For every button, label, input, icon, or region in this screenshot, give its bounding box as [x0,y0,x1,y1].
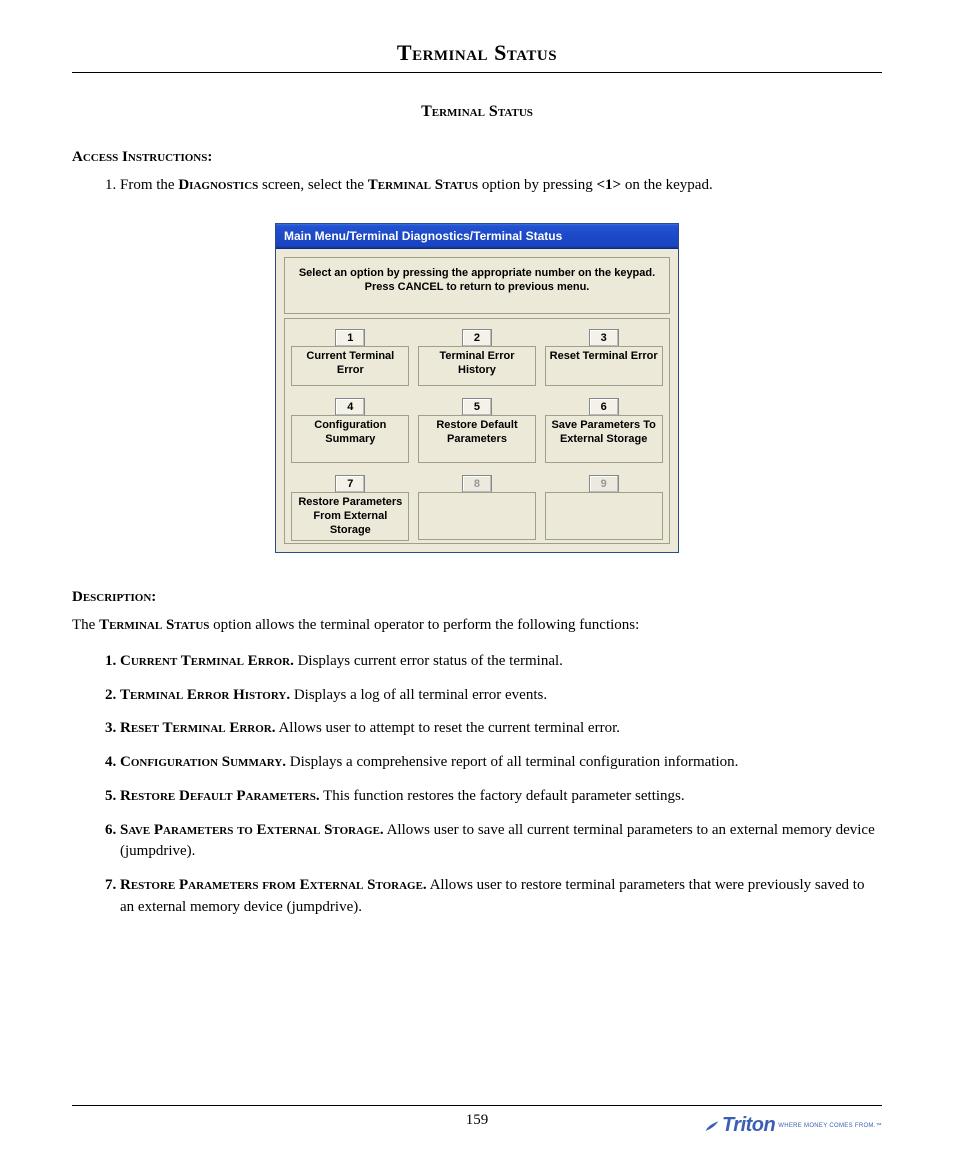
func-text: Displays current error status of the ter… [294,653,563,669]
func-name: Restore Parameters from External Storage… [120,877,427,893]
option-3[interactable]: 3 Reset Terminal Error [544,329,663,386]
option-7[interactable]: 7 Restore Parameters From External Stora… [291,475,410,541]
access-instructions-list: From the Diagnostics screen, select the … [72,174,882,197]
instr-key: <1> [596,177,621,193]
function-item-5: Restore Default Parameters. This functio… [120,786,882,808]
func-name: Save Parameters to External Storage. [120,822,384,838]
func-name: Reset Terminal Error. [120,720,276,736]
dialog-titlebar: Main Menu/Terminal Diagnostics/Terminal … [276,224,678,249]
func-text: Displays a log of all terminal error eve… [290,687,547,703]
page-footer: 159 Triton WHERE MONEY COMES FROM.™ [72,1105,882,1129]
option-1-label: Current Terminal Error [291,346,409,386]
instr-option: Terminal Status [368,177,478,193]
key-button-5[interactable]: 5 [462,398,492,416]
option-7-label: Restore Parameters From External Storage [291,492,409,541]
brand-name: Triton [722,1114,775,1137]
option-9: 9 [544,475,663,541]
brand-logo-group: Triton WHERE MONEY COMES FROM.™ [704,1114,882,1137]
instr-text: on the keypad. [621,177,713,193]
dialog-instruction-box: Select an option by pressing the appropr… [284,257,670,315]
func-text: Allows user to attempt to reset the curr… [276,720,620,736]
option-3-label: Reset Terminal Error [545,346,663,386]
desc-intro-post: option allows the terminal operator to p… [209,617,639,633]
option-6-label: Save Parameters To External Storage [545,415,663,463]
option-2-label: Terminal Error History [418,346,536,386]
option-8: 8 [418,475,537,541]
access-instructions-label: Access Instructions: [72,149,882,166]
function-item-7: Restore Parameters from External Storage… [120,875,882,919]
func-name: Terminal Error History. [120,687,290,703]
function-item-6: Save Parameters to External Storage. All… [120,820,882,864]
desc-intro-strong: Terminal Status [99,617,209,633]
option-8-label [418,492,536,540]
function-item-3: Reset Terminal Error. Allows user to att… [120,718,882,740]
page-title: Terminal Status [72,40,882,66]
access-instruction-item: From the Diagnostics screen, select the … [120,174,882,197]
dialog-options-grid: 1 Current Terminal Error 2 Terminal Erro… [284,318,670,544]
key-button-3[interactable]: 3 [589,329,619,347]
terminal-status-dialog: Main Menu/Terminal Diagnostics/Terminal … [275,223,679,554]
key-button-2[interactable]: 2 [462,329,492,347]
triton-swoosh-icon [704,1118,720,1134]
key-button-6[interactable]: 6 [589,398,619,416]
option-4-label: Configuration Summary [291,415,409,463]
func-name: Configuration Summary. [120,754,286,770]
option-5-label: Restore Default Parameters [418,415,536,463]
option-1[interactable]: 1 Current Terminal Error [291,329,410,386]
function-item-2: Terminal Error History. Displays a log o… [120,685,882,707]
dialog-instruction-line1: Select an option by pressing the appropr… [299,267,655,279]
functions-list: Current Terminal Error. Displays current… [72,651,882,919]
description-label: Description: [72,589,882,606]
func-text: Displays a comprehensive report of all t… [286,754,738,770]
func-name: Restore Default Parameters. [120,788,320,804]
option-9-label [545,492,663,540]
instr-text: From the [120,177,178,193]
key-button-9: 9 [589,475,619,493]
page-number: 159 [466,1112,489,1129]
desc-intro-pre: The [72,617,99,633]
option-4[interactable]: 4 Configuration Summary [291,398,410,463]
function-item-4: Configuration Summary. Displays a compre… [120,752,882,774]
function-item-1: Current Terminal Error. Displays current… [120,651,882,673]
option-5[interactable]: 5 Restore Default Parameters [418,398,537,463]
option-6[interactable]: 6 Save Parameters To External Storage [544,398,663,463]
key-button-4[interactable]: 4 [335,398,365,416]
key-button-8: 8 [462,475,492,493]
func-text: This function restores the factory defau… [320,788,685,804]
func-name: Current Terminal Error. [120,653,294,669]
instr-screen: Diagnostics [178,177,258,193]
description-intro: The Terminal Status option allows the te… [72,614,882,637]
key-button-1[interactable]: 1 [335,329,365,347]
key-button-7[interactable]: 7 [335,475,365,493]
instr-text: option by pressing [478,177,596,193]
section-title: Terminal Status [72,103,882,121]
dialog-instruction-line2: Press CANCEL to return to previous menu. [365,281,590,293]
instr-text: screen, select the [258,177,368,193]
brand-tagline: WHERE MONEY COMES FROM.™ [778,1123,882,1129]
option-2[interactable]: 2 Terminal Error History [418,329,537,386]
page-header: Terminal Status [72,40,882,73]
